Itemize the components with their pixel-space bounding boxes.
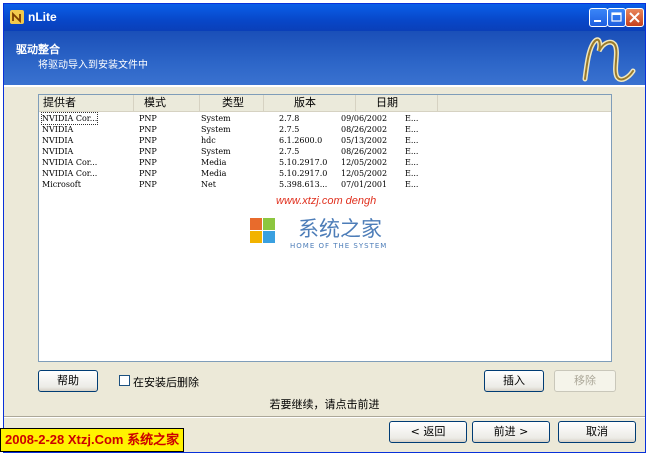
- table-cell-provider: NVIDIA Cor...: [40, 112, 99, 125]
- close-button[interactable]: [625, 8, 644, 27]
- table-cell-mode: PNP: [139, 125, 157, 134]
- column-date[interactable]: 日期: [356, 95, 438, 111]
- table-cell-extra: E...: [405, 125, 419, 134]
- table-cell-date: 12/05/2002: [341, 169, 388, 178]
- nlite-logo-icon: [582, 37, 636, 82]
- table-cell-version: 5.10.2917.0: [279, 169, 328, 178]
- remove-button[interactable]: 移除: [554, 370, 616, 392]
- table-cell-extra: E...: [405, 147, 419, 156]
- maximize-button[interactable]: [607, 8, 626, 27]
- watermark-logo-icon: [250, 218, 275, 243]
- table-cell-date: 05/13/2002: [341, 136, 388, 145]
- table-cell-type: System: [201, 114, 231, 123]
- column-extra: [438, 95, 611, 111]
- table-cell-provider: NVIDIA: [42, 147, 74, 156]
- next-button[interactable]: 前进 >: [472, 421, 550, 443]
- window-title: nLite: [28, 10, 57, 24]
- column-version[interactable]: 版本: [264, 95, 356, 111]
- table-cell-date: 09/06/2002: [341, 114, 388, 123]
- title-bar[interactable]: nLite: [4, 4, 645, 31]
- table-cell-mode: PNP: [139, 147, 157, 156]
- watermark-site-name: 系统之家: [298, 217, 382, 241]
- table-cell-date: 12/05/2002: [341, 158, 388, 167]
- delete-after-install-label[interactable]: 在安装后删除: [133, 374, 199, 390]
- watermark-site-sub: HOME OF THE SYSTEM: [290, 242, 388, 250]
- column-mode[interactable]: 模式: [134, 95, 200, 111]
- table-cell-version: 6.1.2600.0: [279, 136, 323, 145]
- list-header: 提供者 模式 类型 版本 日期: [39, 95, 611, 112]
- table-cell-provider: NVIDIA Cor...: [42, 158, 98, 167]
- table-cell-version: 5.398.613...: [279, 180, 328, 189]
- table-cell-mode: PNP: [139, 114, 157, 123]
- wizard-header: 驱动整合 将驱动导入到安装文件中: [4, 31, 645, 85]
- table-cell-version: 2.7.8: [279, 114, 300, 123]
- table-cell-provider: NVIDIA: [42, 136, 74, 145]
- footer-divider: [4, 416, 645, 418]
- table-cell-extra: E...: [405, 169, 419, 178]
- table-cell-date: 08/26/2002: [341, 147, 388, 156]
- header-subtitle: 将驱动导入到安装文件中: [38, 60, 148, 71]
- minimize-button[interactable]: [589, 8, 608, 27]
- status-text: 若要继续，请点击前进: [269, 398, 380, 411]
- column-type[interactable]: 类型: [200, 95, 264, 111]
- table-cell-extra: E...: [405, 136, 419, 145]
- table-cell-extra: E...: [405, 114, 419, 123]
- nlite-app-icon: [10, 10, 24, 24]
- table-cell-date: 07/01/2001: [341, 180, 388, 189]
- table-cell-mode: PNP: [139, 169, 157, 178]
- minimize-icon: [594, 20, 601, 22]
- table-cell-provider: NVIDIA Cor...: [42, 169, 98, 178]
- table-cell-provider: Microsoft: [42, 180, 81, 189]
- table-cell-mode: PNP: [139, 136, 157, 145]
- table-cell-type: hdc: [201, 136, 216, 145]
- table-cell-type: System: [201, 125, 231, 134]
- header-title: 驱动整合: [16, 43, 60, 56]
- table-cell-extra: E...: [405, 180, 419, 189]
- close-icon: [629, 12, 640, 23]
- table-cell-version: 2.7.5: [279, 125, 300, 134]
- back-button[interactable]: < 返回: [389, 421, 467, 443]
- help-button[interactable]: 帮助: [38, 370, 98, 392]
- table-cell-type: Net: [201, 180, 216, 189]
- header-divider: [4, 85, 645, 87]
- column-provider[interactable]: 提供者: [39, 95, 134, 111]
- table-cell-type: System: [201, 147, 231, 156]
- table-cell-version: 5.10.2917.0: [279, 158, 328, 167]
- table-cell-mode: PNP: [139, 180, 157, 189]
- table-cell-date: 08/26/2002: [341, 125, 388, 134]
- table-cell-provider: NVIDIA: [42, 125, 74, 134]
- table-cell-version: 2.7.5: [279, 147, 300, 156]
- table-cell-type: Media: [201, 169, 227, 178]
- maximize-icon: [611, 12, 622, 22]
- insert-button[interactable]: 插入: [484, 370, 544, 392]
- table-cell-type: Media: [201, 158, 227, 167]
- watermark-url: www.xtzj.com dengh: [276, 195, 377, 207]
- cancel-button[interactable]: 取消: [558, 421, 636, 443]
- table-cell-mode: PNP: [139, 158, 157, 167]
- date-watermark-banner: 2008-2-28 Xtzj.Com 系统之家: [0, 428, 185, 452]
- delete-after-install-checkbox[interactable]: [119, 375, 130, 386]
- table-cell-extra: E...: [405, 158, 419, 167]
